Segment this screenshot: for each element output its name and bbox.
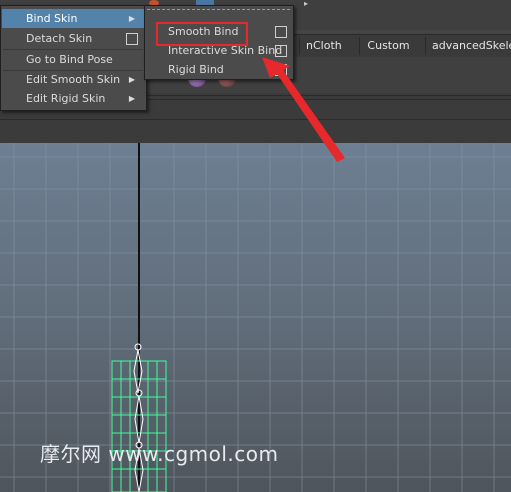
annotation-arrow bbox=[262, 57, 345, 162]
watermark-text: 摩尔网 www.cgmol.com bbox=[40, 442, 279, 466]
